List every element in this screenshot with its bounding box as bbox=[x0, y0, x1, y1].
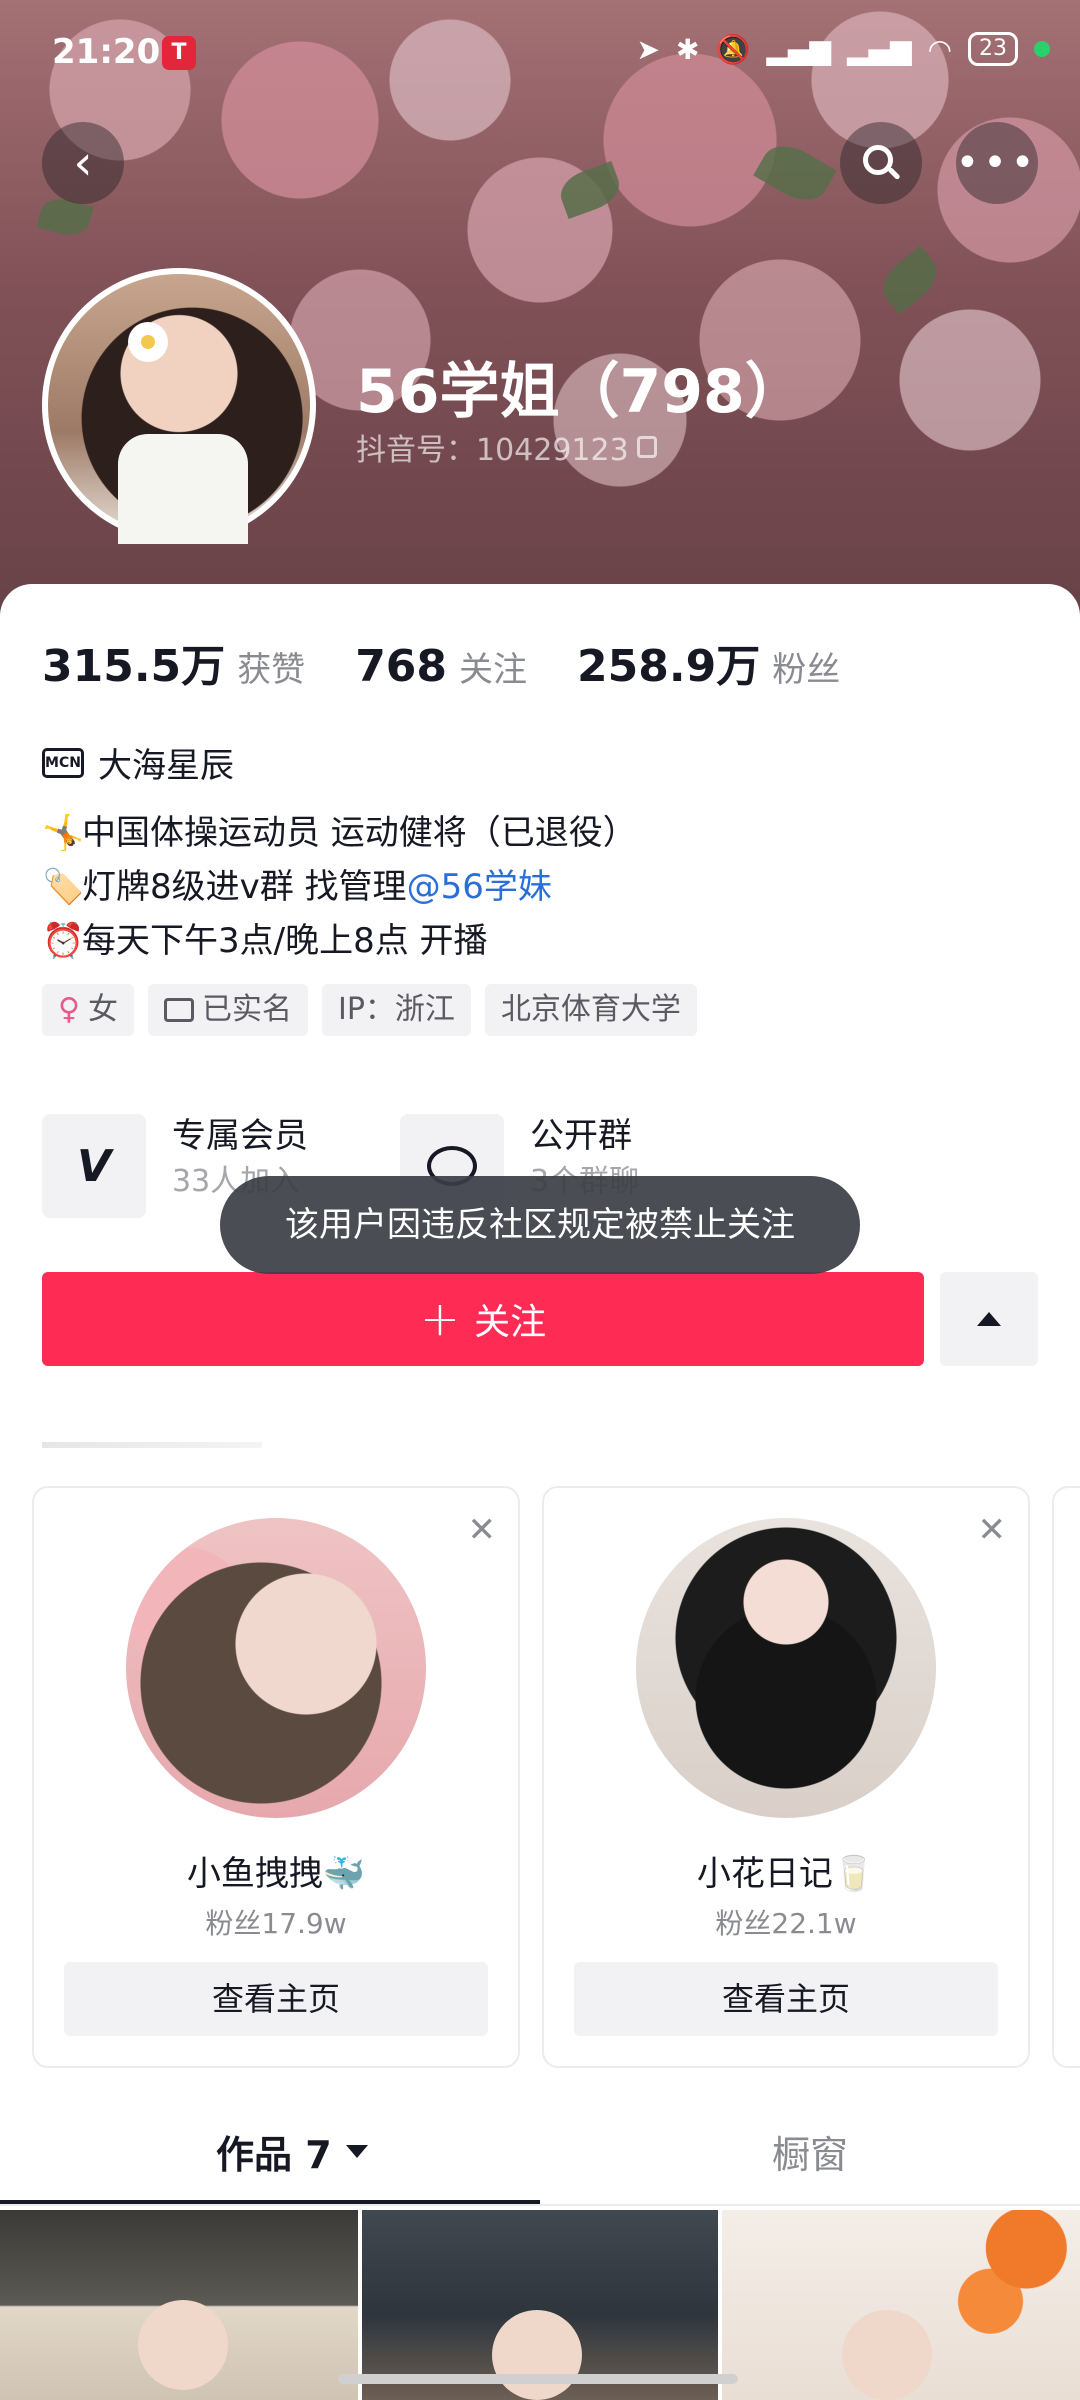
member-title: 专属会员 bbox=[172, 1116, 308, 1156]
video-thumbnail[interactable] bbox=[722, 2210, 1080, 2400]
back-button[interactable]: ‹ bbox=[42, 122, 124, 204]
tab-shop[interactable]: 橱窗 bbox=[772, 2124, 848, 2179]
gender-tag: ♀ 女 bbox=[42, 984, 134, 1036]
likes-label: 获赞 bbox=[237, 650, 306, 690]
following-count[interactable]: 768 bbox=[355, 641, 447, 692]
following-label[interactable]: 关注 bbox=[459, 642, 527, 691]
mcn-icon: MCN bbox=[42, 747, 84, 778]
view-profile-button[interactable]: 查看主页 bbox=[574, 1962, 998, 2036]
toast-message: 该用户因违反社区规定被禁止关注 bbox=[220, 1176, 860, 1274]
tab-works[interactable]: 作品 7 bbox=[216, 2124, 368, 2179]
status-bar: 21:20 T ➤ ✱ 🔕 ▂▄▆ ▂▄▆ ◠ 23 bbox=[0, 0, 1080, 100]
bio-line-2: 🏷️灯牌8级进v群 找管理@56学妹 bbox=[42, 860, 637, 914]
likes-count: 315.5万 bbox=[42, 641, 226, 692]
signal-hd-icon: ▂▄▆ bbox=[846, 32, 912, 66]
status-icons: ➤ ✱ 🔕 ▂▄▆ ▂▄▆ ◠ 23 bbox=[637, 32, 1050, 66]
recommend-avatar[interactable] bbox=[636, 1518, 936, 1818]
home-indicator[interactable] bbox=[338, 2374, 738, 2384]
tab-works-label: 作品 7 bbox=[216, 2133, 332, 2177]
profile-name: 56学姐（798） bbox=[356, 357, 805, 427]
followers-label[interactable]: 粉丝 bbox=[772, 642, 840, 691]
video-thumbnail[interactable] bbox=[362, 2210, 718, 2400]
recommend-header-placeholder bbox=[42, 1442, 262, 1448]
bio-line-1: 🤸中国体操运动员 运动健将（已退役） bbox=[42, 806, 637, 860]
mcn-row[interactable]: MCN 大海星辰 bbox=[42, 738, 234, 787]
location-icon: ➤ bbox=[636, 32, 660, 66]
status-time: 21:20 bbox=[52, 32, 161, 72]
wifi-icon: ◠ bbox=[927, 32, 952, 66]
bio: 🤸中国体操运动员 运动健将（已退役） 🏷️灯牌8级进v群 找管理@56学妹 ⏰每… bbox=[42, 806, 637, 968]
tag-icon: 🏷️ bbox=[42, 867, 85, 907]
chevron-left-icon: ‹ bbox=[73, 135, 93, 191]
follow-button[interactable]: + 关注 bbox=[42, 1272, 924, 1366]
bluetooth-icon: ✱ bbox=[676, 32, 700, 66]
battery-indicator: 23 bbox=[968, 32, 1018, 66]
mention-link[interactable]: @56学妹 bbox=[407, 867, 552, 907]
more-button[interactable]: ••• bbox=[956, 122, 1038, 204]
more-dots-icon: ••• bbox=[955, 140, 1039, 186]
expand-recommendations-button[interactable] bbox=[940, 1272, 1038, 1366]
tab-divider bbox=[0, 2204, 1080, 2206]
recommend-card[interactable]: ✕ 小鱼拽拽🐳 粉丝17.9w 查看主页 bbox=[32, 1486, 520, 2068]
caret-up-icon bbox=[977, 1312, 1001, 1326]
recommend-name: 小鱼拽拽🐳 bbox=[186, 1854, 366, 1894]
recommend-fans: 粉丝22.1w bbox=[715, 1907, 857, 1940]
douyin-id-text: 抖音号：10429123 bbox=[356, 433, 629, 468]
recommend-avatar[interactable] bbox=[126, 1518, 426, 1818]
search-icon bbox=[861, 143, 901, 183]
verified-tag[interactable]: 已实名 bbox=[147, 984, 308, 1036]
stats-row: 315.5万 获赞 768 关注 258.9万 粉丝 bbox=[42, 630, 890, 694]
bio-line-3: ⏰每天下午3点/晚上8点 开播 bbox=[42, 914, 637, 968]
close-icon[interactable]: ✕ bbox=[978, 1510, 1007, 1550]
gymnast-icon: 🤸 bbox=[42, 813, 85, 853]
profile-tags: ♀ 女 已实名 IP：浙江 北京体育大学 bbox=[42, 984, 697, 1036]
id-card-icon bbox=[163, 998, 194, 1022]
vip-v-icon: V bbox=[42, 1114, 146, 1218]
avatar[interactable] bbox=[42, 268, 316, 544]
recommend-card-partial[interactable] bbox=[1052, 1486, 1080, 2068]
view-profile-button[interactable]: 查看主页 bbox=[64, 1962, 488, 2036]
privacy-dot-icon bbox=[1034, 41, 1050, 57]
tesla-app-icon: T bbox=[162, 36, 196, 70]
followers-count[interactable]: 258.9万 bbox=[577, 630, 760, 694]
caret-down-icon[interactable] bbox=[345, 2145, 368, 2158]
profile-page: 21:20 T ➤ ✱ 🔕 ▂▄▆ ▂▄▆ ◠ 23 ‹ ••• 56学姐（79… bbox=[0, 0, 1080, 2400]
video-thumbnail[interactable] bbox=[0, 2210, 358, 2400]
search-button[interactable] bbox=[840, 122, 922, 204]
group-title: 公开群 bbox=[530, 1116, 632, 1156]
plus-icon: + bbox=[419, 1291, 461, 1347]
alarm-clock-icon: ⏰ bbox=[42, 921, 85, 961]
copy-icon[interactable] bbox=[636, 436, 657, 458]
signal-hd-icon: ▂▄▆ bbox=[766, 32, 831, 66]
follow-label: 关注 bbox=[474, 1302, 547, 1343]
female-icon: ♀ bbox=[58, 992, 80, 1027]
close-icon[interactable]: ✕ bbox=[468, 1510, 497, 1550]
ip-tag: IP：浙江 bbox=[321, 984, 471, 1036]
douyin-id[interactable]: 抖音号：10429123 bbox=[356, 425, 657, 469]
mcn-name: 大海星辰 bbox=[98, 746, 234, 786]
recommend-card[interactable]: ✕ 小花日记🥛 粉丝22.1w 查看主页 bbox=[542, 1486, 1030, 2068]
recommend-name: 小花日记🥛 bbox=[696, 1854, 876, 1894]
school-tag[interactable]: 北京体育大学 bbox=[484, 984, 697, 1036]
mute-icon: 🔕 bbox=[715, 32, 751, 66]
recommend-fans: 粉丝17.9w bbox=[205, 1907, 347, 1940]
